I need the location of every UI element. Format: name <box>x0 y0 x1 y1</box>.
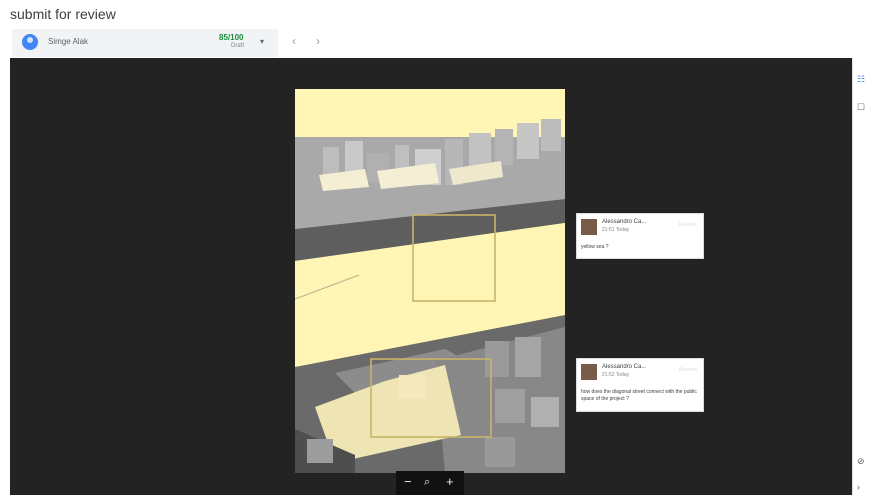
comment-card[interactable]: Alessandro Ca... 21:52 Today Resolve how… <box>576 358 704 412</box>
right-rail: ☷ ☐ ⊘ › <box>852 58 870 495</box>
zoom-controls: − ⌕ + <box>396 471 464 495</box>
zoom-in-button[interactable]: + <box>446 474 454 489</box>
chevron-down-icon[interactable]: ▾ <box>260 37 264 46</box>
comment-author: Alessandro Ca... <box>602 219 647 225</box>
comment-author: Alessandro Ca... <box>602 364 647 370</box>
avatar <box>22 34 38 50</box>
magnifier-icon[interactable]: ⌕ <box>424 476 430 489</box>
zoom-out-button[interactable]: − <box>404 474 412 489</box>
comment-timestamp: 21:51 Today <box>602 227 630 233</box>
student-selector[interactable]: Simge Alak 85/100 Draft ▾ <box>12 29 278 57</box>
city-render-image <box>295 89 565 473</box>
page-title: submit for review <box>10 6 116 22</box>
comment-text: yellow sea ? <box>581 244 609 250</box>
help-icon[interactable]: ⊘ <box>857 456 865 467</box>
student-name: Simge Alak <box>48 37 89 46</box>
grade-value: 85/100 <box>219 33 244 42</box>
resolve-button[interactable]: Resolve <box>679 222 697 228</box>
next-student-button[interactable]: › <box>316 34 320 48</box>
previous-student-button[interactable]: ‹ <box>292 34 296 48</box>
avatar <box>581 219 597 235</box>
comment-card[interactable]: Alessandro Ca... 21:51 Today Resolve yel… <box>576 213 704 259</box>
grade-status: Draft <box>231 43 245 49</box>
expand-icon[interactable]: › <box>857 482 860 492</box>
document-viewer: Alessandro Ca... 21:51 Today Resolve yel… <box>10 58 852 495</box>
comment-text: how does the diagonal street connect wit… <box>581 389 697 402</box>
comment-timestamp: 21:52 Today <box>602 372 630 378</box>
submission-image <box>295 89 565 473</box>
resolve-button[interactable]: Resolve <box>679 367 697 373</box>
comment-icon[interactable]: ☐ <box>857 102 865 113</box>
grid-icon[interactable]: ☷ <box>857 74 865 85</box>
avatar <box>581 364 597 380</box>
